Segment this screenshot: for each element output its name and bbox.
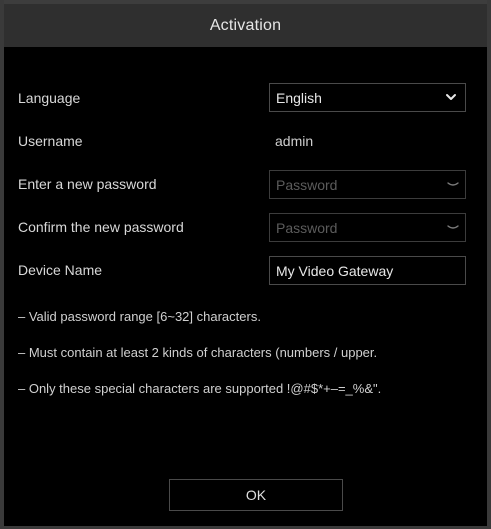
password-rule-note: – Valid password range [6~32] characters… [18,309,261,324]
language-select[interactable]: English [269,83,466,112]
password-rule-note: – Only these special characters are supp… [18,381,382,396]
ok-button[interactable]: OK [169,479,343,511]
language-label: Language [18,90,81,106]
language-selected-value: English [276,90,322,106]
eye-closed-icon[interactable] [447,222,459,232]
new-password-field [269,170,466,199]
confirm-password-field [269,213,466,242]
password-rule-note: – Must contain at least 2 kinds of chara… [18,345,378,360]
confirm-password-input[interactable] [269,213,466,242]
new-password-input[interactable] [269,170,466,199]
dialog-titlebar: Activation [4,0,487,47]
username-value: admin [275,133,314,149]
activation-dialog: Activation Language English Username adm… [0,0,491,529]
device-name-input[interactable] [269,256,466,285]
eye-closed-icon[interactable] [447,179,459,189]
chevron-down-icon [446,94,456,100]
dialog-title: Activation [209,17,282,34]
confirm-password-label: Confirm the new password [18,219,184,235]
device-name-label: Device Name [18,262,103,278]
new-password-label: Enter a new password [18,176,157,192]
username-label: Username [18,133,83,149]
